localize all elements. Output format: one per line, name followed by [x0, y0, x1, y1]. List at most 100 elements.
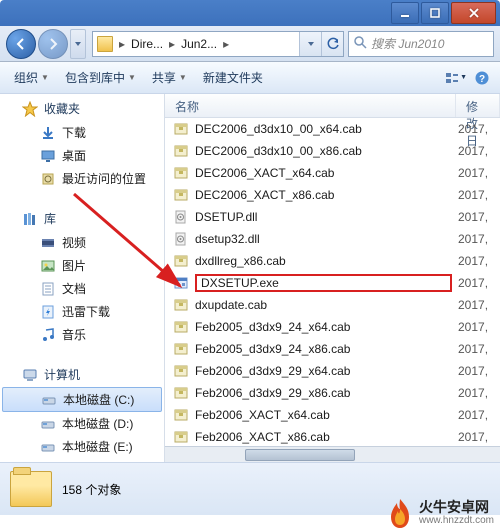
- address-bar[interactable]: ▸ Dire... ▸ Jun2... ▸: [92, 31, 344, 57]
- file-row[interactable]: Feb2006_XACT_x64.cab2017,: [165, 404, 500, 426]
- address-dropdown[interactable]: [299, 32, 321, 56]
- chevron-right-icon: ▸: [167, 37, 177, 51]
- folder-icon: [97, 36, 113, 52]
- file-date: 2017,: [458, 166, 492, 180]
- file-date: 2017,: [458, 276, 492, 290]
- command-toolbar: 组织▼ 包含到库中▼ 共享▼ 新建文件夹 ▼ ?: [0, 62, 500, 94]
- cab-file-icon: [173, 165, 189, 181]
- cab-file-icon: [173, 341, 189, 357]
- file-date: 2017,: [458, 144, 492, 158]
- sidebar-group-libraries[interactable]: 库: [0, 204, 164, 231]
- include-in-library-menu[interactable]: 包含到库中▼: [57, 65, 144, 90]
- sidebar-item-icon: [40, 125, 56, 141]
- column-date[interactable]: 修改日: [456, 94, 500, 117]
- file-row[interactable]: Feb2006_d3dx9_29_x86.cab2017,: [165, 382, 500, 404]
- chevron-right-icon: ▸: [117, 37, 127, 51]
- back-button[interactable]: [6, 29, 36, 59]
- sidebar-item[interactable]: 音乐: [0, 323, 164, 346]
- exe-file-icon: [173, 275, 189, 291]
- item-count: 158 个对象: [62, 481, 121, 498]
- search-icon: [353, 35, 367, 52]
- sidebar-item-label: 音乐: [62, 326, 86, 343]
- file-list[interactable]: DEC2006_d3dx10_00_x64.cab2017,DEC2006_d3…: [165, 118, 500, 446]
- sidebar-item-label: 本地磁盘 (D:): [62, 415, 133, 432]
- new-folder-button[interactable]: 新建文件夹: [195, 65, 271, 90]
- flame-icon: [387, 497, 413, 529]
- navigation-bar: ▸ Dire... ▸ Jun2... ▸ 搜索 Jun2010: [0, 26, 500, 62]
- sidebar-item[interactable]: 桌面: [0, 144, 164, 167]
- sidebar-item[interactable]: 视频: [0, 231, 164, 254]
- sidebar-item[interactable]: 最近访问的位置: [0, 167, 164, 190]
- watermark: 火牛安卓网 www.hnzzdt.com: [387, 497, 494, 529]
- file-row[interactable]: DEC2006_d3dx10_00_x86.cab 2017,: [165, 140, 500, 162]
- cab-file-icon: [173, 121, 189, 137]
- sidebar-item[interactable]: 本地磁盘 (D:): [0, 412, 164, 435]
- file-name: Feb2006_XACT_x86.cab: [195, 430, 452, 444]
- file-row[interactable]: DEC2006_XACT_x86.cab2017,: [165, 184, 500, 206]
- dll-file-icon: [173, 209, 189, 225]
- sidebar-item-label: 下载: [62, 124, 86, 141]
- sidebar-item-icon: [40, 258, 56, 274]
- sidebar-item-icon: [40, 171, 56, 187]
- breadcrumb-segment[interactable]: Dire...: [127, 37, 167, 51]
- breadcrumb-segment[interactable]: Jun2...: [177, 37, 221, 51]
- cab-file-icon: [173, 385, 189, 401]
- search-input[interactable]: 搜索 Jun2010: [348, 31, 494, 57]
- dll-file-icon: [173, 231, 189, 247]
- forward-button[interactable]: [38, 29, 68, 59]
- history-dropdown[interactable]: [70, 29, 86, 59]
- horizontal-scrollbar[interactable]: [165, 446, 500, 462]
- disk-icon: [40, 416, 56, 432]
- refresh-button[interactable]: [321, 32, 343, 56]
- file-date: 2017,: [458, 298, 492, 312]
- sidebar-group-favorites[interactable]: 收藏夹: [0, 94, 164, 121]
- sidebar-item[interactable]: 本地磁盘 (E:): [0, 435, 164, 458]
- file-name: DSETUP.dll: [195, 210, 452, 224]
- sidebar-item-label: 本地磁盘 (C:): [63, 391, 134, 408]
- file-name: Feb2006_XACT_x64.cab: [195, 408, 452, 422]
- sidebar-item[interactable]: 迅雷下载: [0, 300, 164, 323]
- file-row[interactable]: DEC2006_d3dx10_00_x64.cab2017,: [165, 118, 500, 140]
- file-row[interactable]: DXSETUP.exe2017,: [165, 272, 500, 294]
- column-name[interactable]: 名称: [165, 94, 456, 117]
- library-icon: [22, 211, 38, 227]
- file-row[interactable]: Feb2006_d3dx9_29_x64.cab2017,: [165, 360, 500, 382]
- search-placeholder: 搜索 Jun2010: [371, 35, 444, 52]
- sidebar-item[interactable]: 下载: [0, 121, 164, 144]
- file-row[interactable]: DEC2006_XACT_x64.cab2017,: [165, 162, 500, 184]
- maximize-button[interactable]: [421, 2, 449, 24]
- cab-file-icon: [173, 253, 189, 269]
- file-name: DEC2006_d3dx10_00_x86.cab: [195, 144, 452, 158]
- file-row[interactable]: Feb2005_d3dx9_24_x86.cab2017,: [165, 338, 500, 360]
- sidebar-item[interactable]: 图片: [0, 254, 164, 277]
- star-icon: [22, 101, 38, 117]
- view-options-button[interactable]: ▼: [444, 67, 468, 89]
- watermark-name: 火牛安卓网: [419, 499, 494, 516]
- file-row[interactable]: dxdllreg_x86.cab2017,: [165, 250, 500, 272]
- sidebar-item-icon: [40, 148, 56, 164]
- minimize-button[interactable]: [391, 2, 419, 24]
- file-row[interactable]: dxupdate.cab2017,: [165, 294, 500, 316]
- file-name: Feb2005_d3dx9_24_x64.cab: [195, 320, 452, 334]
- file-name: DEC2006_d3dx10_00_x64.cab: [195, 122, 452, 136]
- sidebar-item-label: 本地磁盘 (E:): [62, 438, 133, 455]
- cab-file-icon: [173, 429, 189, 445]
- sidebar-group-computer[interactable]: 计算机: [0, 360, 164, 387]
- sidebar-item[interactable]: 本地磁盘 (C:): [2, 387, 162, 412]
- file-date: 2017,: [458, 210, 492, 224]
- file-row[interactable]: Feb2005_d3dx9_24_x64.cab2017,: [165, 316, 500, 338]
- sidebar-item[interactable]: 文档: [0, 277, 164, 300]
- sidebar-item-label: 文档: [62, 280, 86, 297]
- file-row[interactable]: dsetup32.dll2017,: [165, 228, 500, 250]
- navigation-pane[interactable]: 收藏夹 下载桌面最近访问的位置 库 视频图片文档迅雷下载音乐 计算机 本地磁盘 …: [0, 94, 165, 462]
- sidebar-item-label: 迅雷下载: [62, 303, 110, 320]
- file-name: Feb2006_d3dx9_29_x86.cab: [195, 386, 452, 400]
- share-menu[interactable]: 共享▼: [144, 65, 195, 90]
- file-date: 2017,: [458, 430, 492, 444]
- close-button[interactable]: [451, 2, 496, 24]
- file-row[interactable]: DSETUP.dll 2017,: [165, 206, 500, 228]
- organize-menu[interactable]: 组织▼: [6, 65, 57, 90]
- file-row[interactable]: Feb2006_XACT_x86.cab 2017,: [165, 426, 500, 446]
- help-button[interactable]: ?: [470, 67, 494, 89]
- svg-text:?: ?: [479, 74, 485, 85]
